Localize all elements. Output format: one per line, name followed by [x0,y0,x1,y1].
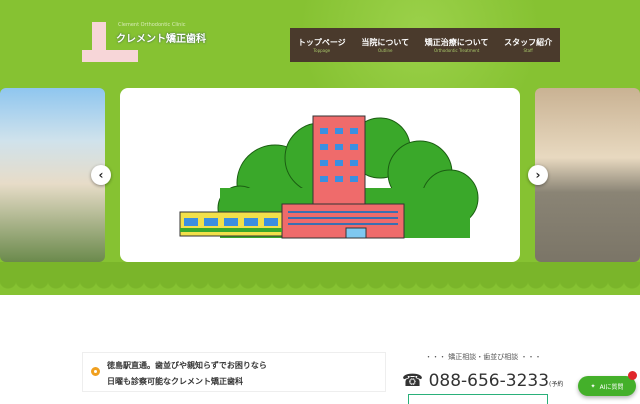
nav-label: 矯正治療について [424,38,489,47]
intro-message: 徳島駅直通。歯並びや親知らずでお困りなら 日曜も診察可能なクレメント矯正歯科 [82,352,386,392]
nav-sub: Toppage [313,48,331,53]
speech-bubble-icon [91,367,100,376]
slider-next-button[interactable]: › [528,165,548,185]
phone-note: (予約 [549,381,564,388]
sparkle-icon: ✦ [590,382,596,390]
nav-sub: Orthodontic Treatment [433,48,480,53]
nav-label: 当院について [361,38,410,47]
ai-chat-button[interactable]: ✦ AIに質問 [578,376,636,396]
scallop-border [0,280,640,296]
nav-toppage[interactable]: トップページ Toppage [298,37,346,53]
slide-building-illustration [120,88,520,262]
nav-label: トップページ [297,38,346,47]
nav-sub: Outline [377,48,393,53]
message-line-2: 日曜も診察可能なクレメント矯正歯科 [107,377,243,386]
slide-waiting-room [535,88,640,262]
ai-button-label: AIに質問 [599,383,624,391]
notification-badge [628,371,637,380]
nav-staff[interactable]: スタッフ紹介 Staff [504,37,552,53]
main-nav: トップページ Toppage 当院について Outline 矯正治療について Orth… [290,28,560,62]
nav-treatment[interactable]: 矯正治療について Orthodontic Treatment [425,37,489,53]
logo-jp: クレメント矯正歯科 [116,34,206,45]
band [0,262,640,280]
contact-heading: ・・・ 矯正相談・歯並び相談 ・・・ [425,353,542,361]
nav-label: スタッフ紹介 [504,38,553,47]
phone-text: 088-656-3233 [428,371,550,391]
nav-sub: Staff [523,48,533,53]
logo-base [82,50,138,62]
logo-en: Clement Orthodontic Clinic [118,22,186,28]
nav-outline[interactable]: 当院について Outline [361,37,409,53]
logo[interactable]: Clement Orthodontic Clinic クレメント矯正歯科 [82,22,206,64]
reservation-box[interactable] [408,394,548,404]
slide-clinic-interior [0,88,105,262]
phone-icon: ☎ [402,371,424,391]
building-illustration [179,115,479,239]
slider-prev-button[interactable]: ‹ [91,165,111,185]
message-line-1: 徳島駅直通。歯並びや親知らずでお困りなら [107,361,267,370]
phone-number[interactable]: ☎ 088-656-3233(予約 [402,371,563,391]
